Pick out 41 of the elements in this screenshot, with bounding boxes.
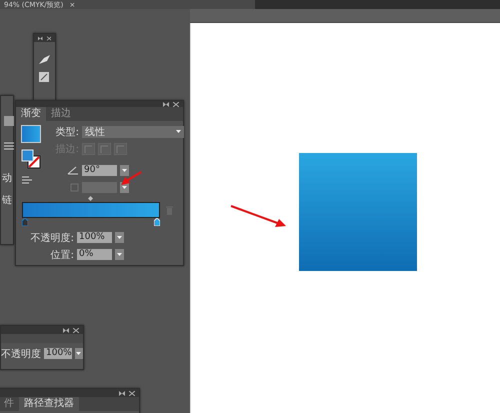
panel-label: 链 — [2, 194, 13, 207]
close-icon[interactable] — [73, 328, 79, 332]
close-icon[interactable] — [129, 390, 135, 396]
opacity-label: 不透明度 — [1, 348, 41, 360]
gradient-swatch[interactable] — [21, 125, 41, 143]
opacity-field[interactable]: 100% — [77, 232, 112, 243]
panel-tab[interactable]: 描边 — [46, 107, 76, 121]
panel-tab[interactable]: 路径查找器 — [19, 397, 79, 411]
panel-label: 动 — [2, 172, 13, 185]
close-icon[interactable] — [46, 36, 51, 40]
collapse-icon[interactable] — [38, 36, 42, 40]
type-label: 类型: — [54, 126, 79, 138]
opacity-field[interactable]: 100% — [44, 348, 72, 359]
opacity-label: 不透明度: — [30, 232, 74, 244]
aspect-icon — [70, 183, 79, 192]
symbol-icon[interactable] — [38, 71, 50, 83]
location-label: 位置: — [50, 248, 74, 262]
close-icon[interactable] — [173, 102, 179, 106]
location-dropdown[interactable] — [115, 249, 124, 260]
location-field[interactable]: 0% — [77, 249, 112, 260]
type-dropdown[interactable]: 线性 — [82, 126, 184, 138]
angle-dropdown[interactable] — [120, 165, 129, 176]
dropdown-icon — [122, 169, 127, 172]
reverse-icon[interactable] — [21, 175, 33, 186]
brush-icon[interactable] — [38, 54, 51, 65]
dropdown-icon — [176, 130, 181, 133]
angle-icon — [67, 166, 79, 175]
arrow-icon — [230, 204, 287, 228]
dropdown-icon — [117, 236, 122, 239]
opacity-dropdown[interactable] — [115, 232, 124, 243]
opacity-dropdown[interactable] — [74, 348, 83, 359]
arrow-icon — [120, 171, 142, 186]
fill-stroke-icon[interactable] — [21, 149, 41, 169]
angle-field[interactable]: 90° — [82, 165, 117, 176]
color-stop[interactable] — [22, 218, 28, 226]
lines-icon[interactable] — [4, 141, 14, 151]
panel-tab[interactable]: 渐变 — [16, 107, 46, 121]
dropdown-icon — [76, 352, 82, 355]
swatch-icon[interactable] — [4, 116, 14, 126]
dropdown-icon — [117, 253, 122, 256]
panel-tab[interactable]: 件 — [0, 397, 19, 411]
